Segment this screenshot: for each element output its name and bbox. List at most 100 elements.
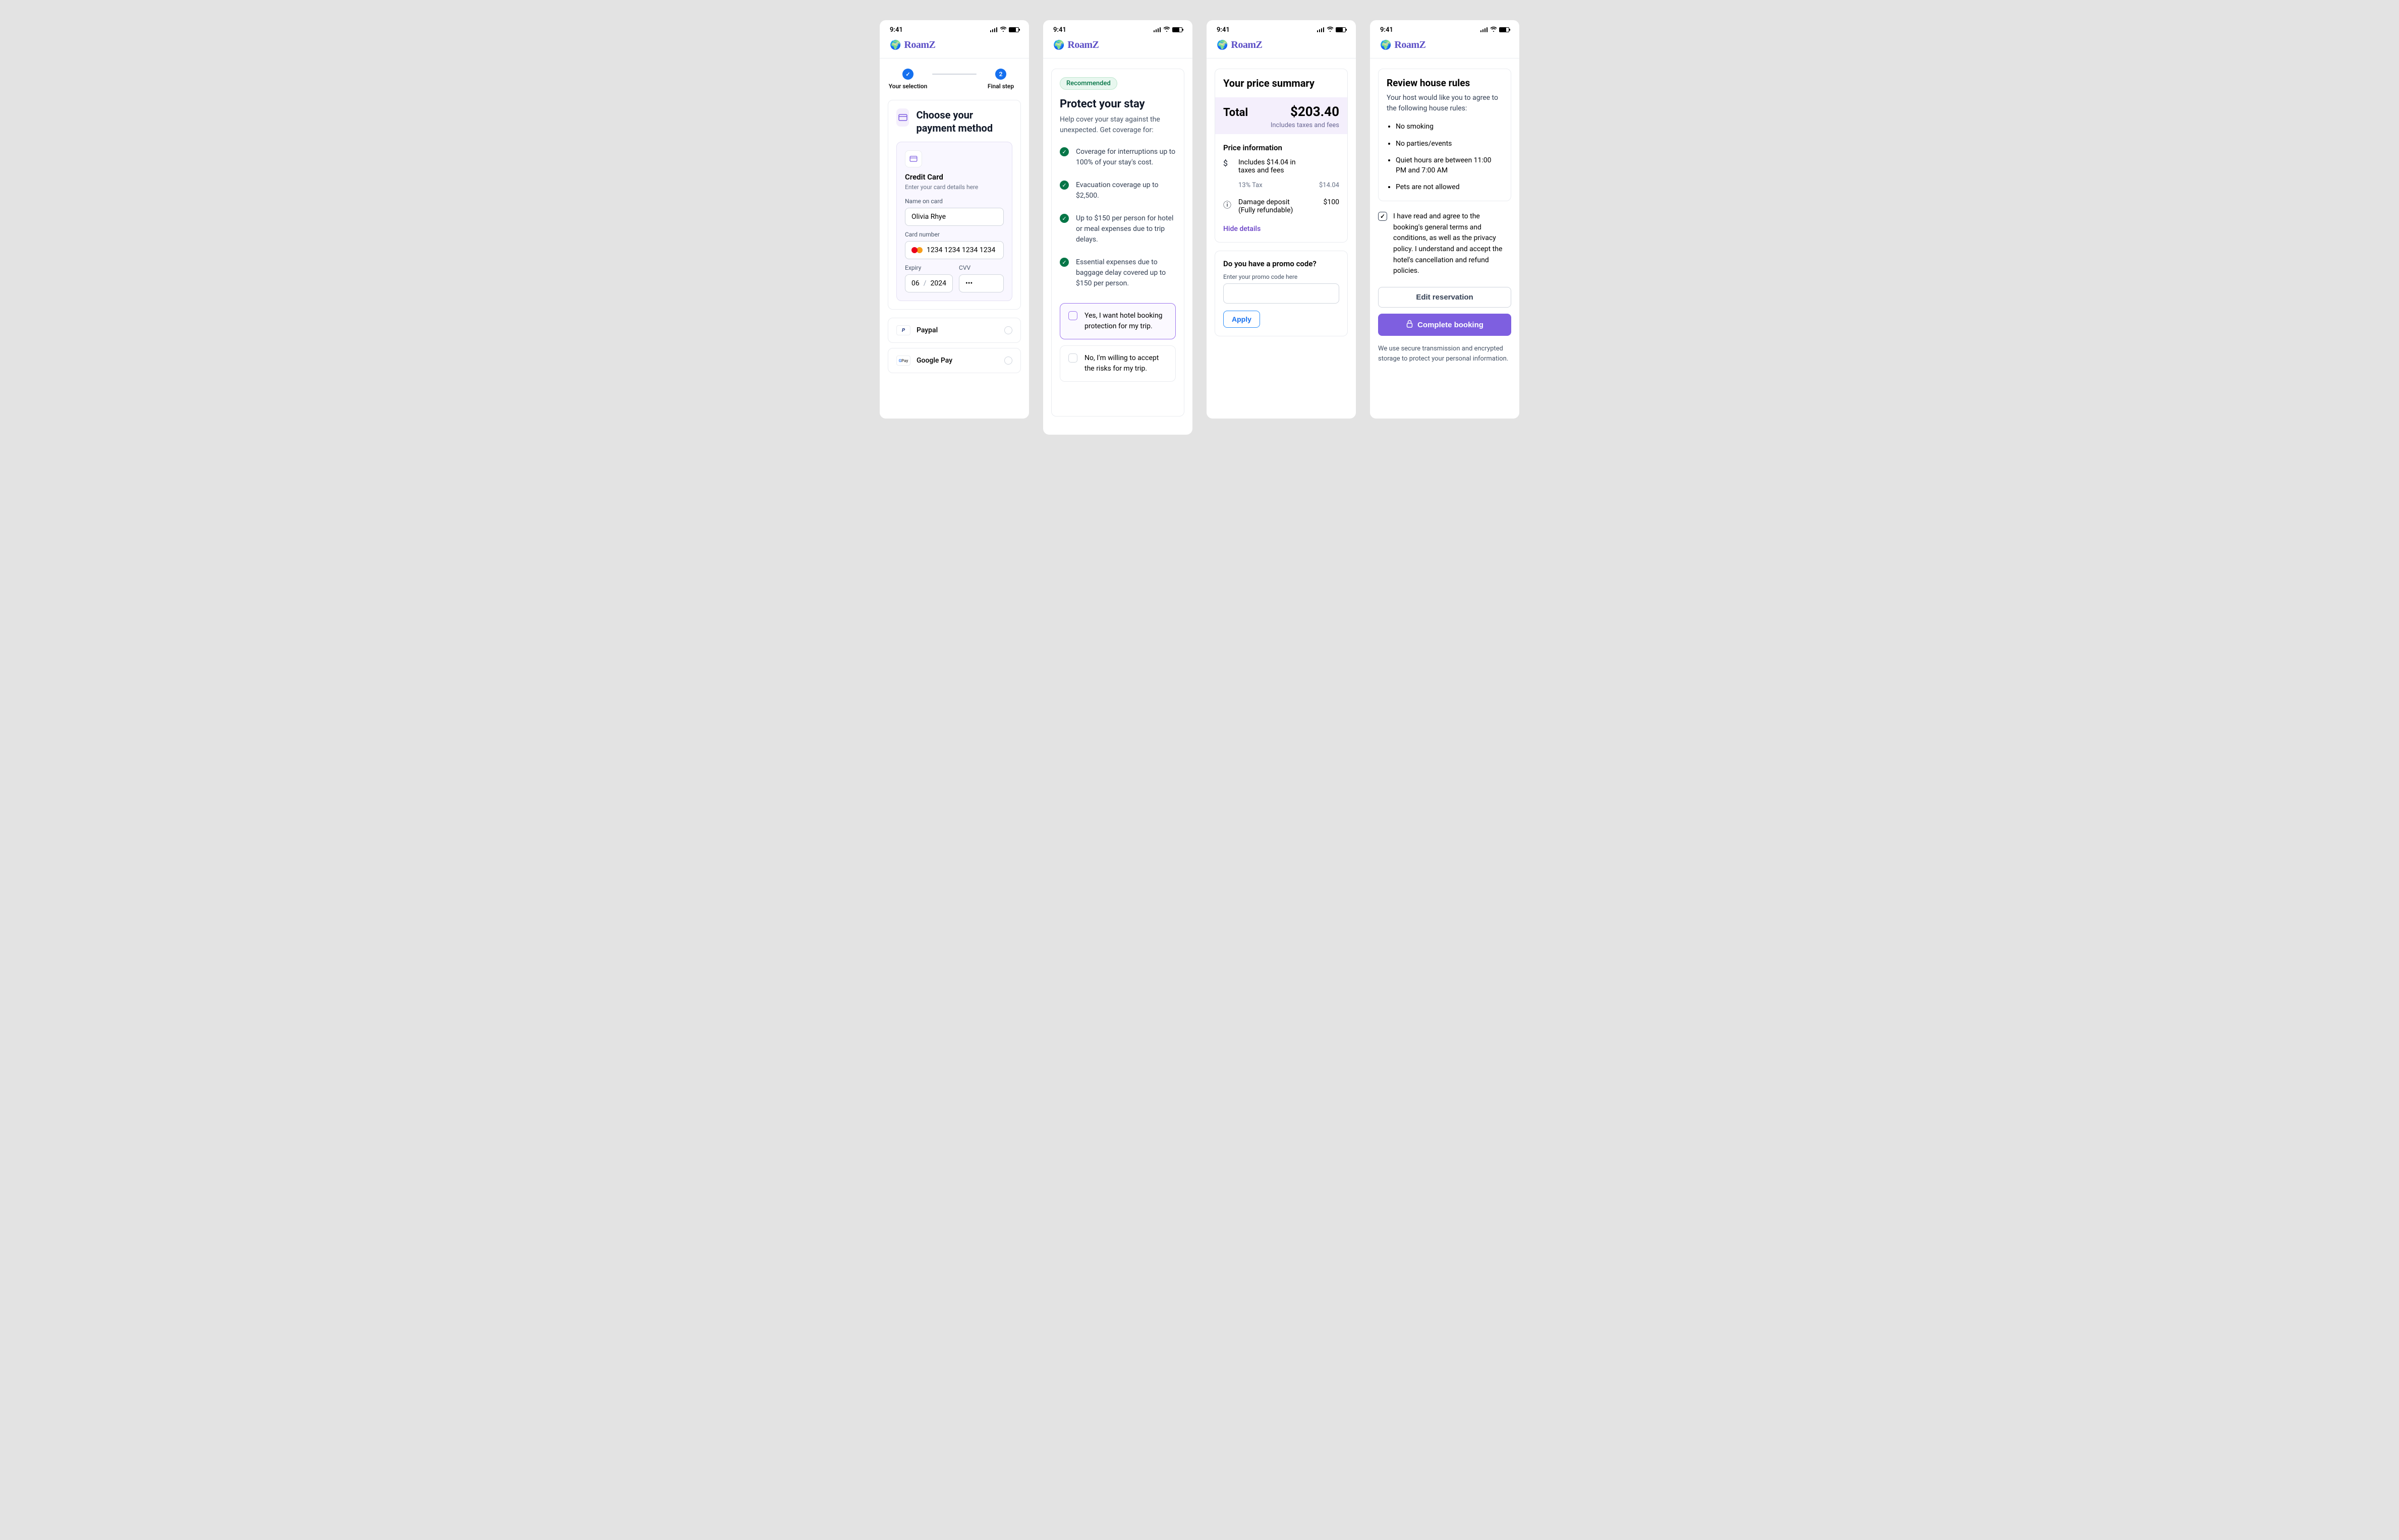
agree-text: I have read and agree to the booking's g… xyxy=(1393,211,1511,277)
logo-text: RoamZ xyxy=(1394,39,1425,51)
cvv-label: CVV xyxy=(959,264,1004,271)
coverage-item: ✓ Coverage for interruptions up to 100% … xyxy=(1060,147,1176,168)
dollar-icon: $ xyxy=(1223,158,1232,168)
rules-sub: Your host would like you to agree to the… xyxy=(1387,93,1503,114)
summary-heading: Your price summary xyxy=(1223,77,1339,97)
status-icons xyxy=(1480,26,1509,33)
card-icon xyxy=(896,108,909,127)
lock-icon xyxy=(1406,320,1413,330)
status-bar: 9:41 xyxy=(880,20,1029,39)
cc-title: Credit Card xyxy=(905,172,1004,182)
tax-row: 13% Tax $14.04 xyxy=(1223,182,1339,189)
step-label: Final step xyxy=(988,83,1014,90)
includes-row: $ Includes $14.04 in taxes and fees xyxy=(1223,158,1339,174)
hide-details-link[interactable]: Hide details xyxy=(1223,225,1261,233)
name-input[interactable]: Olivia Rhye xyxy=(905,208,1004,226)
protect-heading: Protect your stay xyxy=(1060,98,1176,110)
logo-icon: 🌍 xyxy=(1217,40,1228,50)
total-label: Total xyxy=(1223,106,1248,119)
status-time: 9:41 xyxy=(1217,26,1230,34)
status-icons xyxy=(1154,26,1182,33)
deposit-amount: $100 xyxy=(1324,198,1339,206)
option-text: Yes, I want hotel booking protection for… xyxy=(1084,311,1167,332)
agree-checkbox[interactable]: ✓ xyxy=(1378,212,1387,221)
credit-card-panel: Credit Card Enter your card details here… xyxy=(896,142,1012,301)
battery-icon xyxy=(1499,27,1509,32)
coverage-text: Evacuation coverage up to $2,500. xyxy=(1076,180,1176,201)
coverage-text: Coverage for interruptions up to 100% of… xyxy=(1076,147,1176,168)
tax-amount: $14.04 xyxy=(1319,182,1339,189)
check-icon: ✓ xyxy=(1060,214,1069,223)
promo-input[interactable] xyxy=(1223,283,1339,304)
pay-option-gpay[interactable]: GPay Google Pay xyxy=(888,348,1021,373)
check-icon: ✓ xyxy=(1060,258,1069,267)
gpay-icon: GPay xyxy=(896,356,910,366)
promo-card: Do you have a promo code? Enter your pro… xyxy=(1215,251,1348,336)
total-band: Total $203.40 Includes taxes and fees xyxy=(1215,97,1347,134)
gpay-label: Google Pay xyxy=(917,357,952,365)
app-header: 🌍 RoamZ xyxy=(1370,39,1519,58)
protect-option-no[interactable]: No, I'm willing to accept the risks for … xyxy=(1060,345,1176,382)
step-done-icon: ✓ xyxy=(902,69,913,80)
cellular-icon xyxy=(990,27,998,32)
recommended-badge: Recommended xyxy=(1060,77,1117,90)
wifi-icon xyxy=(1490,26,1497,33)
radio-icon xyxy=(1004,357,1012,365)
promo-heading: Do you have a promo code? xyxy=(1223,259,1339,268)
credit-card-icon xyxy=(905,150,922,167)
complete-booking-button[interactable]: Complete booking xyxy=(1378,314,1511,336)
rule-item: No parties/events xyxy=(1396,139,1503,149)
expiry-year: 2024 xyxy=(931,279,946,287)
payment-method-card: Choose your payment method Credit Card E… xyxy=(888,100,1021,310)
coverage-list: ✓ Coverage for interruptions up to 100% … xyxy=(1060,147,1176,289)
wifi-icon xyxy=(1000,26,1007,33)
step-your-selection[interactable]: ✓ Your selection xyxy=(888,69,928,90)
cardnum-input[interactable]: 1234 1234 1234 1234 xyxy=(905,241,1004,259)
cc-hint: Enter your card details here xyxy=(905,184,1004,191)
step-divider xyxy=(932,74,977,75)
price-info-heading: Price information xyxy=(1223,143,1339,152)
screen-price: 9:41 🌍 RoamZ Your price summary Total $2… xyxy=(1207,20,1356,419)
status-time: 9:41 xyxy=(890,26,903,34)
coverage-text: Essential expenses due to baggage delay … xyxy=(1076,257,1176,289)
status-time: 9:41 xyxy=(1053,26,1066,34)
logo-icon: 🌍 xyxy=(1053,40,1064,50)
apply-button[interactable]: Apply xyxy=(1223,311,1260,328)
cardnum-value: 1234 1234 1234 1234 xyxy=(927,246,995,254)
protect-option-yes[interactable]: Yes, I want hotel booking protection for… xyxy=(1060,303,1176,339)
step-label: Your selection xyxy=(889,83,928,90)
coverage-item: ✓ Essential expenses due to baggage dela… xyxy=(1060,257,1176,289)
step-number-icon: 2 xyxy=(995,69,1006,80)
expiry-label: Expiry xyxy=(905,264,953,271)
protect-sub: Help cover your stay against the unexpec… xyxy=(1060,114,1176,136)
wifi-icon xyxy=(1327,26,1334,33)
cellular-icon xyxy=(1480,27,1488,32)
status-bar: 9:41 xyxy=(1207,20,1356,39)
battery-icon xyxy=(1172,27,1182,32)
rule-item: Quiet hours are between 11:00 PM and 7:0… xyxy=(1396,156,1503,175)
logo-icon: 🌍 xyxy=(1380,40,1391,50)
step-final[interactable]: 2 Final step xyxy=(981,69,1021,90)
app-header: 🌍 RoamZ xyxy=(1207,39,1356,58)
expiry-input[interactable]: 06 / 2024 xyxy=(905,274,953,292)
battery-icon xyxy=(1336,27,1346,32)
agree-row[interactable]: ✓ I have read and agree to the booking's… xyxy=(1378,209,1511,287)
security-footnote: We use secure transmission and encrypted… xyxy=(1378,344,1511,364)
checkbox-icon xyxy=(1068,311,1077,320)
battery-icon xyxy=(1009,27,1019,32)
logo-icon: 🌍 xyxy=(890,40,901,50)
total-note: Includes taxes and fees xyxy=(1223,122,1339,129)
expiry-month: 06 xyxy=(911,279,920,287)
radio-icon xyxy=(1004,326,1012,334)
coverage-item: ✓ Evacuation coverage up to $2,500. xyxy=(1060,180,1176,201)
edit-reservation-button[interactable]: Edit reservation xyxy=(1378,287,1511,308)
promo-label: Enter your promo code here xyxy=(1223,273,1339,280)
price-summary-card: Your price summary Total $203.40 Include… xyxy=(1215,69,1348,243)
rules-list: No smoking No parties/events Quiet hours… xyxy=(1387,122,1503,193)
pay-option-paypal[interactable]: P Paypal xyxy=(888,318,1021,343)
cvv-input[interactable]: ••• xyxy=(959,274,1004,292)
paypal-icon: P xyxy=(896,325,910,335)
status-time: 9:41 xyxy=(1380,26,1393,34)
cvv-value: ••• xyxy=(965,279,973,287)
logo-text: RoamZ xyxy=(1231,39,1262,51)
